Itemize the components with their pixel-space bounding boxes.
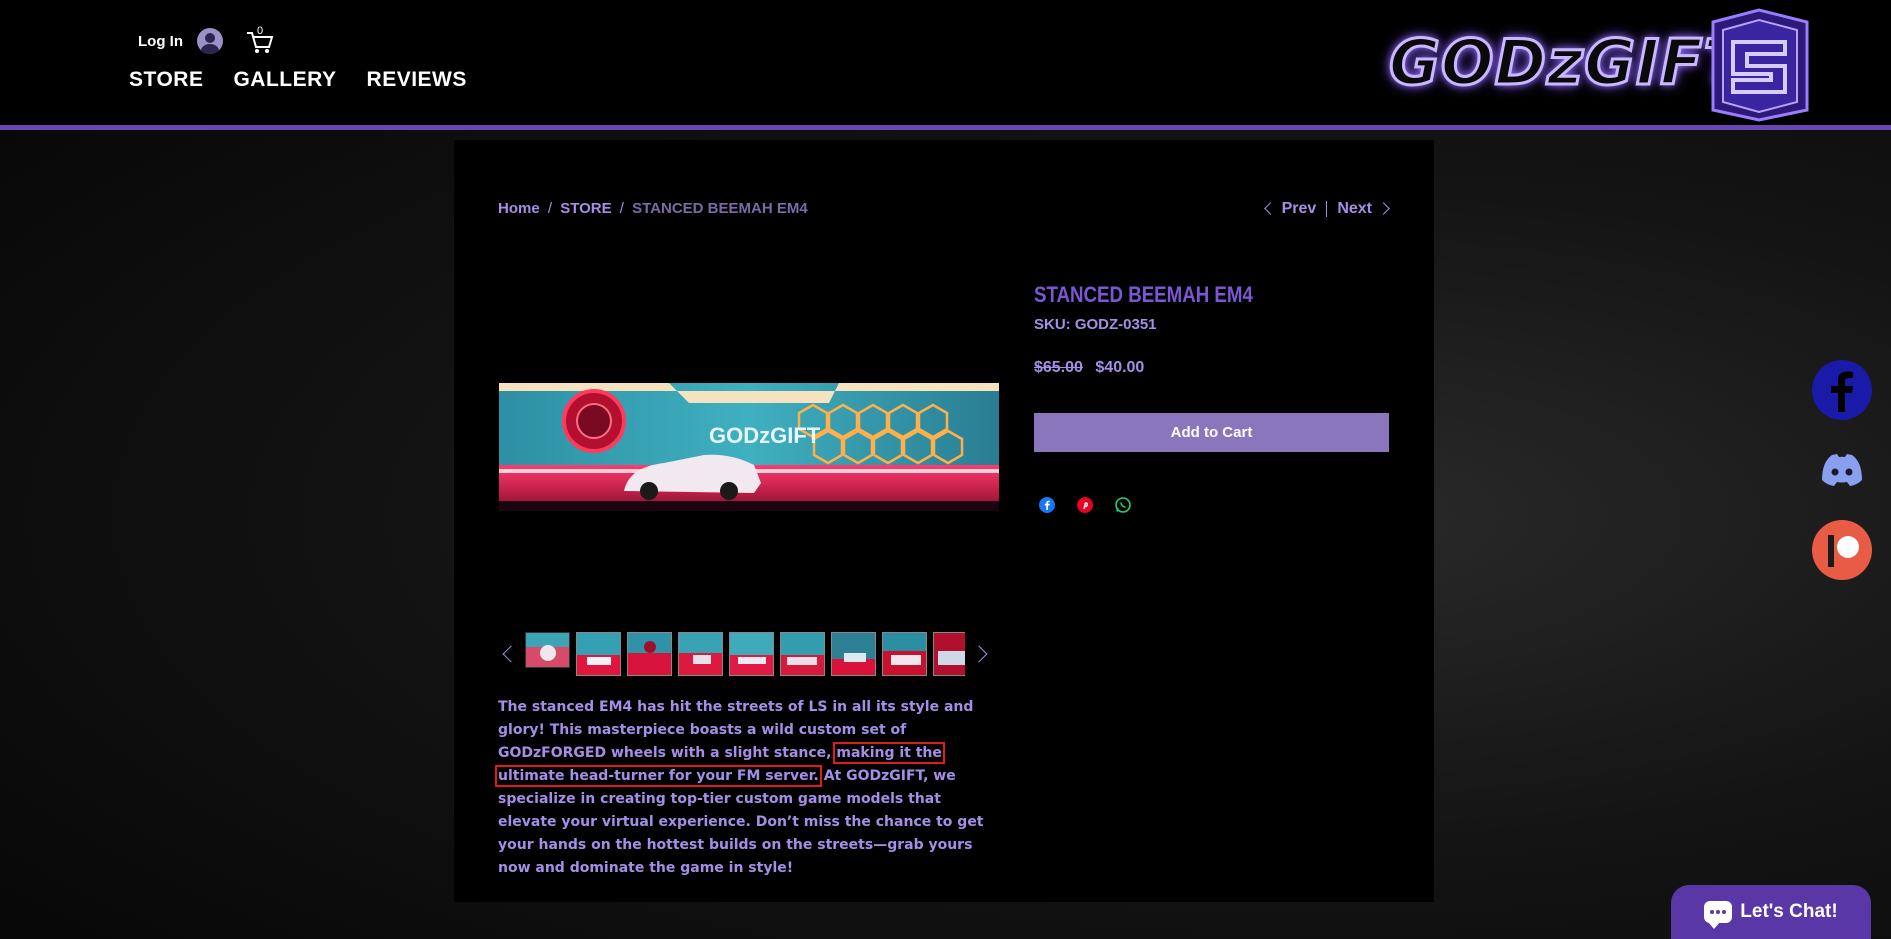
thumbnail[interactable] xyxy=(627,632,672,676)
breadcrumb-store[interactable]: STORE xyxy=(560,200,611,217)
description-part2: At GODzGIFT, we specialize in creating t… xyxy=(498,768,984,876)
thumbnail[interactable] xyxy=(576,632,621,676)
site-logo[interactable]: GODzGIFT xyxy=(1385,8,1820,122)
product-title: STANCED BEEMAH EM4 xyxy=(1034,282,1253,307)
thumbnail[interactable] xyxy=(678,632,723,676)
thumbnail[interactable] xyxy=(831,632,876,676)
product-description: The stanced EM4 has hit the streets of L… xyxy=(495,696,1004,880)
gallery-prev-button[interactable] xyxy=(499,641,520,667)
thumbnail[interactable] xyxy=(780,632,825,676)
facebook-link[interactable] xyxy=(1812,360,1872,420)
product-price: $65.00 $40.00 xyxy=(1034,359,1144,377)
patreon-link[interactable] xyxy=(1812,520,1872,580)
breadcrumb: Home / STORE / STANCED BEEMAH EM4 xyxy=(498,200,808,217)
next-label: Next xyxy=(1337,200,1372,217)
facebook-share-icon[interactable] xyxy=(1039,497,1055,513)
image-brand-text: GODzGIFT xyxy=(709,423,821,448)
chevron-left-icon xyxy=(502,645,520,663)
discord-link[interactable] xyxy=(1812,440,1872,500)
thumbnail-gallery xyxy=(499,631,999,677)
pinterest-share-icon[interactable] xyxy=(1077,497,1093,513)
chevron-left-icon xyxy=(1263,202,1277,215)
sale-price: $40.00 xyxy=(1095,359,1145,376)
thumbnail[interactable] xyxy=(882,632,927,676)
pager-divider xyxy=(1326,201,1328,217)
thumbnail-list xyxy=(525,632,965,676)
avatar-icon[interactable] xyxy=(197,28,223,54)
nav-gallery[interactable]: GALLERY xyxy=(233,68,336,92)
share-bar xyxy=(1039,497,1131,513)
whatsapp-share-icon[interactable] xyxy=(1115,497,1131,513)
nav-reviews[interactable]: REVIEWS xyxy=(367,68,467,92)
prev-label: Prev xyxy=(1281,200,1317,217)
thumbnail[interactable] xyxy=(525,632,570,668)
patreon-icon xyxy=(1828,535,1859,567)
product-pager: Prev Next xyxy=(1263,200,1390,218)
product-sku: SKU: GODZ-0351 xyxy=(1034,316,1157,333)
chevron-right-icon xyxy=(1377,202,1390,215)
product-image-art: GODzGIFT xyxy=(499,383,999,511)
breadcrumb-separator: / xyxy=(547,200,553,217)
next-button[interactable]: Next xyxy=(1337,200,1390,218)
thumbnail[interactable] xyxy=(933,632,965,676)
account-bar: Log In 0 xyxy=(138,25,275,55)
discord-icon xyxy=(1822,454,1862,486)
add-to-cart-button[interactable]: Add to Cart xyxy=(1034,413,1389,452)
cart-count: 0 xyxy=(257,25,264,37)
breadcrumb-current: STANCED BEEMAH EM4 xyxy=(632,200,808,217)
chevron-right-icon xyxy=(970,645,988,663)
main-nav: STORE GALLERY REVIEWS xyxy=(129,68,467,92)
logo-text: GODzGIFT xyxy=(1388,25,1748,101)
cart-button[interactable]: 0 xyxy=(245,25,275,55)
chat-bubble-icon xyxy=(1704,901,1733,929)
site-header: Log In 0 STORE GALLERY REVIEWS GODzGIFT xyxy=(0,0,1891,130)
gallery-next-button[interactable] xyxy=(970,641,991,667)
chat-widget-button[interactable]: Let's Chat! xyxy=(1671,885,1871,939)
nav-store[interactable]: STORE xyxy=(129,68,203,92)
original-price: $65.00 xyxy=(1034,359,1083,376)
product-panel: Home / STORE / STANCED BEEMAH EM4 Prev N… xyxy=(454,140,1434,902)
breadcrumb-home[interactable]: Home xyxy=(498,200,540,217)
breadcrumb-separator: / xyxy=(619,200,624,217)
prev-button[interactable]: Prev xyxy=(1263,200,1317,218)
product-main-image[interactable]: GODzGIFT xyxy=(499,383,999,511)
chat-label: Let's Chat! xyxy=(1740,901,1838,922)
logo-cube-icon xyxy=(1711,8,1809,122)
login-link[interactable]: Log In xyxy=(138,33,183,50)
thumbnail[interactable] xyxy=(729,632,774,676)
facebook-icon xyxy=(1831,371,1853,412)
